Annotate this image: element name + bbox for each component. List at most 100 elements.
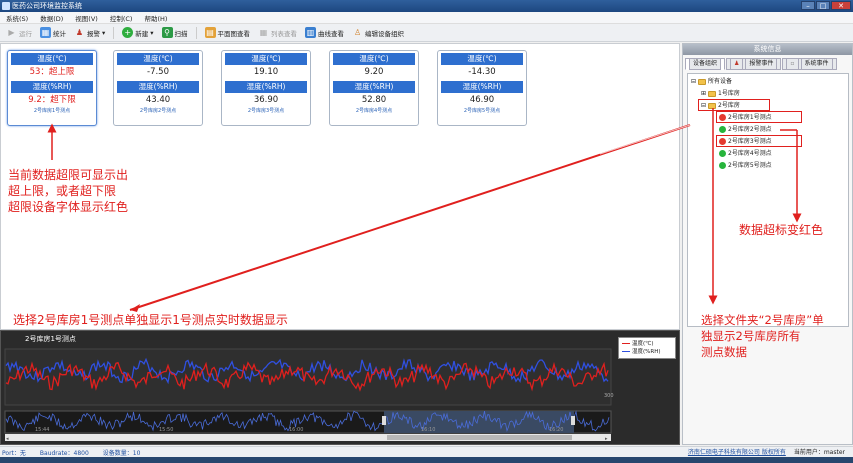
time-tick: 15:44 — [35, 427, 49, 433]
panel-header: 系统信息 — [683, 44, 852, 55]
document-icon: ▫ — [786, 58, 799, 70]
search-icon: ⚲ — [161, 27, 173, 38]
toolbar: ▶ 运行 ▦ 统计 ♟ 报警 ▾ + 新建 ▾ ⚲ 扫描 ▤ 平面图查看 ▦ 列表查看 ▥ 曲线查看… — [0, 24, 853, 42]
minimize-button[interactable]: – — [801, 1, 815, 10]
grid-icon: ▦ — [259, 28, 268, 37]
overview-handle-right[interactable] — [571, 416, 575, 425]
plan-view-button[interactable]: ▤ 平面图查看 — [204, 26, 250, 40]
collapse-icon: ⊟ — [691, 78, 697, 85]
baud-status: Baudrate：4800 — [39, 449, 89, 457]
hum-value: 52.80 — [361, 95, 387, 105]
status-bar: Port：无 Baudrate：4800 设备数量：10 济南仁硕电子科技有限公… — [0, 446, 853, 457]
window-title: 医药公司环境监控系统 — [12, 2, 82, 10]
temp-value: 53：超上限 — [29, 67, 75, 77]
status-green-icon — [719, 162, 726, 169]
hum-header: 湿度(%RH) — [117, 81, 199, 93]
window-controls: – □ ✕ — [801, 1, 851, 10]
new-button[interactable]: + 新建 ▾ — [122, 26, 154, 40]
taskbar — [0, 457, 853, 463]
tab-alarm-events[interactable]: ♟ 报警事件 — [726, 58, 782, 70]
folder-icon — [698, 78, 707, 85]
highlight-box — [716, 135, 802, 147]
sensor-card[interactable]: 温度(℃) 19.10 湿度(%RH) 36.90 2号库房3号测点 — [221, 50, 311, 126]
play-icon: ▶ — [8, 28, 15, 37]
axis-tick: 300 — [604, 393, 614, 399]
curve-svg: 300 15:44 15:50 16:00 16:10 16:20 ◂ ▸ — [4, 348, 614, 442]
stats-button[interactable]: ▦ 统计 — [40, 26, 66, 40]
temp-value: 9.20 — [364, 67, 384, 77]
chevron-down-icon: ▾ — [102, 28, 106, 37]
title-bar: 医药公司环境监控系统 – □ ✕ — [0, 0, 853, 12]
menu-view[interactable]: 视图(V) — [75, 13, 98, 23]
curve-view-button[interactable]: ▥ 曲线查看 — [305, 26, 344, 40]
chevron-down-icon: ▾ — [150, 28, 154, 37]
plot-area — [4, 348, 612, 406]
temp-header: 温度(℃) — [117, 53, 199, 65]
hum-value: 43.40 — [145, 95, 171, 105]
highlight-box — [716, 111, 802, 123]
hum-header: 湿度(%RH) — [11, 81, 93, 93]
time-tick: 15:50 — [159, 427, 173, 433]
close-button[interactable]: ✕ — [831, 1, 851, 10]
tree-node-point[interactable]: 2号库房2号测点 — [719, 125, 772, 134]
port-status: Port：无 — [2, 449, 26, 457]
company-link[interactable]: 济南仁硕电子科技有限公司 版权所有 — [688, 449, 786, 456]
toolbar-separator — [195, 26, 197, 39]
device-count: 设备数量：10 — [102, 449, 141, 457]
annotation-overlimit: 当前数据超限可显示出 超上限，或者超下限 超限设备字体显示红色 — [8, 168, 129, 214]
edit-org-button[interactable]: ♙ 编辑设备组织 — [352, 26, 404, 40]
menu-data[interactable]: 数据(D) — [40, 13, 63, 23]
plus-icon: + — [122, 27, 134, 38]
app-icon — [2, 2, 10, 10]
tree-node-room1[interactable]: ⊞ 1号库房 — [701, 89, 740, 98]
time-tick: 16:10 — [421, 427, 435, 433]
menu-help[interactable]: 帮助(H) — [144, 13, 167, 23]
sensor-card[interactable]: 温度(℃) 9.20 湿度(%RH) 52.80 2号库房4号测点 — [329, 50, 419, 126]
list-view-button[interactable]: ▦ 列表查看 — [258, 26, 297, 40]
card-label: 2号库房2号测点 — [139, 108, 177, 114]
sensor-card[interactable]: 温度(℃) 53：超上限 湿度(%RH) 9.2：超下限 2号库房1号测点 — [7, 50, 97, 126]
menu-bar: 系统(S) 数据(D) 视图(V) 控制(C) 帮助(H) — [0, 12, 853, 24]
hum-header: 湿度(%RH) — [225, 81, 307, 93]
tree-node-root[interactable]: ⊟ 所有设备 — [691, 77, 732, 86]
annotation-red: 数据超标变红色 — [739, 223, 824, 237]
time-tick: 16:20 — [549, 427, 563, 433]
sensor-card[interactable]: 温度(℃) -7.50 湿度(%RH) 43.40 2号库房2号测点 — [113, 50, 203, 126]
alarm-icon: ♟ — [75, 28, 84, 37]
user-edit-icon: ♙ — [353, 28, 362, 37]
tab-device-org[interactable]: 设备组织 — [685, 58, 726, 70]
card-label: 2号库房5号测点 — [463, 108, 501, 114]
hum-header: 湿度(%RH) — [441, 81, 523, 93]
menu-system[interactable]: 系统(S) — [6, 13, 28, 23]
menu-control[interactable]: 控制(C) — [110, 13, 133, 23]
alarm-button[interactable]: ♟ 报警 ▾ — [74, 26, 105, 40]
folder-icon — [708, 90, 717, 97]
tree-node-point[interactable]: 2号库房5号测点 — [719, 161, 772, 170]
tree-node-point[interactable]: 2号库房4号测点 — [719, 149, 772, 158]
overview-handle-left[interactable] — [382, 416, 386, 425]
temp-header: 温度(℃) — [333, 53, 415, 65]
overview-selection[interactable] — [384, 411, 574, 433]
annotation-folder: 选择文件夹“2号库房”单 独显示2号库房所有 测点数据 — [701, 313, 824, 359]
hum-value: 46.90 — [469, 95, 495, 105]
card-label: 2号库房1号测点 — [33, 108, 71, 114]
alarm-icon: ♟ — [730, 58, 744, 70]
expand-icon: ⊞ — [701, 90, 707, 97]
current-user: 当前用户：master — [793, 449, 845, 456]
run-button[interactable]: ▶ 运行 — [6, 26, 32, 40]
card-label: 2号库房4号测点 — [355, 108, 393, 114]
maximize-button[interactable]: □ — [816, 1, 830, 10]
sensor-card[interactable]: 温度(℃) -14.30 湿度(%RH) 46.90 2号库房5号测点 — [437, 50, 527, 126]
status-green-icon — [719, 126, 726, 133]
scan-button[interactable]: ⚲ 扫描 — [161, 26, 188, 40]
curve-panel: 2号库房1号测点 温度(℃) 湿度(%RH) 300 15:44 15:50 1… — [0, 330, 680, 445]
hum-value: 36.90 — [253, 95, 279, 105]
map-icon: ▤ — [204, 27, 216, 38]
sidebar-tabs: 设备组织 ♟ 报警事件 ▫ 系统事件 — [683, 58, 852, 70]
tab-system-events[interactable]: ▫ 系统事件 — [782, 58, 837, 70]
hum-value: 9.2：超下限 — [28, 95, 76, 105]
temp-value: -14.30 — [468, 67, 496, 77]
scrollbar-thumb[interactable] — [387, 435, 572, 440]
status-green-icon — [719, 150, 726, 157]
temp-header: 温度(℃) — [225, 53, 307, 65]
